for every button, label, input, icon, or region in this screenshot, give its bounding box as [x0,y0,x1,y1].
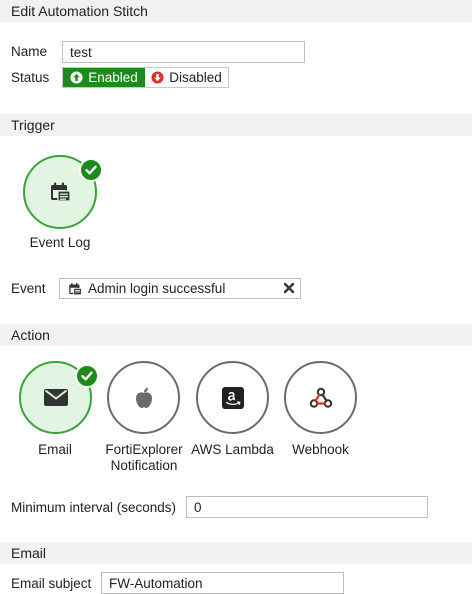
event-value: Admin login successful [88,281,226,296]
arrow-up-circle-icon [70,71,83,84]
interval-label: Minimum interval (seconds) [11,500,177,515]
status-toggle: Enabled Disabled [62,67,229,88]
name-input[interactable] [62,41,305,63]
status-label: Status [11,70,50,85]
action-fortiexplorer-tile[interactable] [107,361,180,434]
action-email-label: Email [38,442,72,457]
trigger-tile-label: Event Log [29,235,91,250]
status-enabled-option[interactable]: Enabled [63,68,145,87]
webhook-icon [309,387,332,408]
action-fortiexplorer-label-line2: Notification [110,458,178,473]
email-section-header: Email [0,542,472,564]
apple-icon [135,387,152,408]
calendar-list-icon [69,282,82,295]
arrow-down-circle-icon [151,71,164,84]
page-title: Edit Automation Stitch [11,3,148,19]
action-email-selected-check-icon [75,364,99,388]
action-aws-lambda-label: AWS Lambda [191,442,274,457]
trigger-section-header: Trigger [0,114,472,136]
action-section-header: Action [0,324,472,346]
action-aws-lambda-tile[interactable] [196,361,269,434]
event-select[interactable]: Admin login successful [59,278,301,299]
status-disabled-option[interactable]: Disabled [145,68,228,87]
action-fortiexplorer-label: FortiExplorer Notification [96,442,192,474]
status-enabled-label: Enabled [88,70,138,85]
action-webhook-tile[interactable] [284,361,357,434]
envelope-icon [43,389,68,406]
interval-input[interactable] [186,496,428,518]
close-icon [283,282,295,294]
action-fortiexplorer-label-line1: FortiExplorer [105,442,183,457]
event-label: Event [11,281,46,296]
email-subject-label: Email subject [11,576,92,591]
status-disabled-label: Disabled [169,70,222,85]
clear-event-button[interactable] [283,282,295,297]
trigger-selected-check-icon [79,158,103,182]
action-section-title: Action [11,327,50,343]
email-section-title: Email [11,545,47,561]
action-webhook-label: Webhook [292,442,349,457]
page-title-bar: Edit Automation Stitch [0,0,472,22]
calendar-list-icon [51,182,71,202]
name-label: Name [11,44,48,59]
trigger-section-title: Trigger [11,117,55,133]
amazon-icon [221,386,244,409]
email-subject-input[interactable] [101,572,344,594]
